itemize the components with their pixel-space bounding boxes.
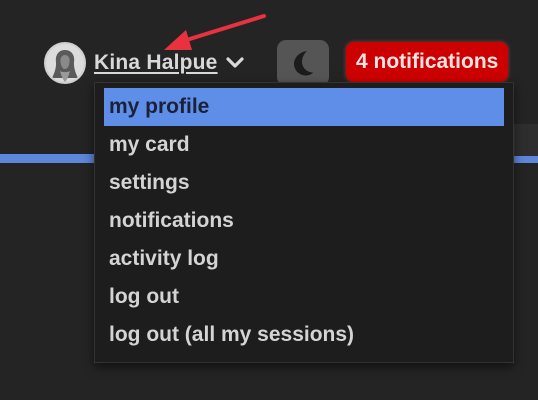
annotation-arrow <box>164 14 266 50</box>
avatar-silhouette-icon <box>46 44 84 82</box>
menu-item-log-out[interactable]: log out <box>104 278 504 316</box>
menu-item-my-profile[interactable]: my profile <box>104 88 504 126</box>
menu-item-log-out-all-sessions[interactable]: log out (all my sessions) <box>104 316 504 354</box>
menu-item-activity-log[interactable]: activity log <box>104 240 504 278</box>
user-avatar[interactable] <box>44 42 86 84</box>
menu-item-notifications[interactable]: notifications <box>104 202 504 240</box>
chevron-down-icon[interactable] <box>225 56 244 70</box>
menu-item-my-card[interactable]: my card <box>104 126 504 164</box>
moon-icon <box>294 51 314 76</box>
menu-item-settings[interactable]: settings <box>104 164 504 202</box>
notifications-badge[interactable]: 4 notifications <box>346 42 509 82</box>
user-dropdown-menu: my profile my card settings notification… <box>94 82 514 363</box>
background-panel-edge <box>514 124 538 156</box>
theme-toggle-button[interactable] <box>277 40 329 86</box>
